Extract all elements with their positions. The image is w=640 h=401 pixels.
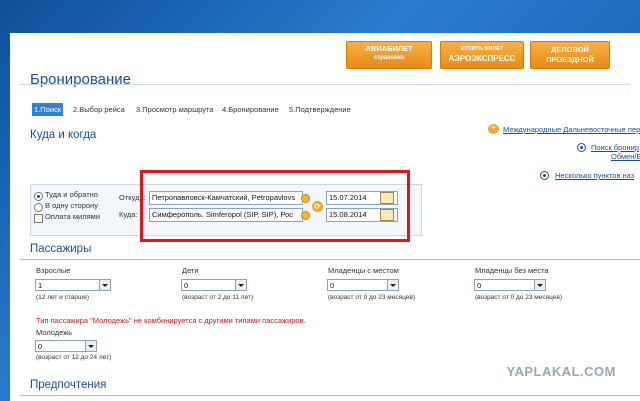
chevron-down-icon (235, 280, 246, 290)
step-booking[interactable]: 4.Бронирование (222, 103, 279, 116)
children-note: (возраст от 2 до 11 лет) (182, 294, 254, 301)
infants-no-seat-label: Младенцы без места (475, 266, 549, 275)
youth-warning: Тип пассажира "Молодежь" не комбинируетс… (36, 316, 306, 325)
step-choose-flight[interactable]: 2.Выбор рейса (73, 103, 125, 116)
business-pass-line2: ПРОЕЗДНОЙ (546, 55, 594, 64)
avia-insurance-button[interactable]: АВИАБИЛЕТ страховка (346, 41, 432, 69)
avia-insurance-line2: страховка (373, 55, 405, 61)
chevron-down-icon (387, 280, 398, 290)
search-booking-icon (577, 143, 586, 152)
children-label: Дети (182, 266, 199, 275)
youth-label: Молодежь (36, 328, 73, 337)
youth-select[interactable]: 0 (35, 340, 97, 352)
infants-no-seat-value: 0 (477, 281, 482, 290)
aeroexpress-line1: КУПИТЬ БИЛЕТ (460, 46, 504, 52)
step-search[interactable]: 1.Поиск (32, 103, 64, 116)
infants-seat-select[interactable]: 0 (327, 279, 399, 291)
adults-note: (12 лет и старше) (36, 294, 89, 301)
one-way-radio[interactable] (34, 203, 43, 212)
business-pass-line1: ДЕЛОВОЙ (551, 45, 589, 54)
preferences-divider (20, 395, 640, 396)
miles-checkbox[interactable] (34, 214, 43, 223)
exchange-link[interactable]: Обмен/Е (611, 152, 640, 161)
passengers-divider (20, 259, 640, 260)
watermark: YAPLAKAL.COM (506, 364, 616, 379)
miles-label: Оплата милями (45, 212, 101, 221)
where-when-heading: Куда и когда (30, 129, 97, 141)
business-pass-button[interactable]: ДЕЛОВОЙ ПРОЕЗДНОЙ (530, 41, 610, 69)
adults-label: Взрослые (36, 266, 71, 275)
adults-value: 1 (38, 281, 43, 290)
avia-insurance-line1: АВИАБИЛЕТ (365, 44, 413, 53)
chevron-down-icon (534, 280, 545, 290)
steps-divider (20, 84, 630, 85)
aeroexpress-line2: АЭРОЭКСПРЕСС (448, 54, 516, 63)
youth-value: 0 (38, 342, 43, 351)
adults-select[interactable]: 1 (35, 279, 111, 291)
round-trip-radio[interactable] (34, 192, 43, 201)
one-way-label: В одну сторону (45, 201, 98, 210)
infants-no-seat-note: (возраст от 0 до 23 месяцев) (475, 294, 562, 301)
children-select[interactable]: 0 (181, 279, 247, 291)
infants-no-seat-select[interactable]: 0 (474, 279, 546, 291)
step-confirmation[interactable]: 5.Подтверждение (289, 103, 351, 116)
passengers-heading: Пассажиры (30, 243, 92, 255)
infants-seat-value: 0 (330, 281, 335, 290)
chevron-down-icon (85, 341, 96, 351)
youth-note: (возраст от 12 до 24 лет) (36, 354, 112, 361)
children-value: 0 (184, 281, 189, 290)
infants-seat-note: (возраст от 0 до 23 месяцев) (328, 294, 415, 301)
search-booking-link[interactable]: Поиск бронир (591, 143, 639, 152)
step-route-view[interactable]: 3.Просмотр маршрута (136, 103, 213, 116)
plane-icon: ✈ (488, 124, 499, 134)
aeroexpress-button[interactable]: КУПИТЬ БИЛЕТ АЭРОЭКСПРЕСС (440, 41, 524, 69)
far-east-flights-link[interactable]: Международные Дальневосточные пер (503, 125, 640, 134)
multi-city-link[interactable]: Несколько пунктов наз (555, 171, 634, 180)
multi-city-icon (540, 171, 549, 180)
to-label: Куда: (119, 210, 138, 219)
infants-seat-label: Младенцы с местом (328, 266, 399, 275)
round-trip-label: Туда и обратно (45, 190, 98, 199)
preferences-heading: Предпочтения (30, 379, 107, 391)
page-title: Бронирование (30, 71, 132, 88)
chevron-down-icon (99, 280, 110, 290)
highlight-frame (140, 170, 410, 242)
